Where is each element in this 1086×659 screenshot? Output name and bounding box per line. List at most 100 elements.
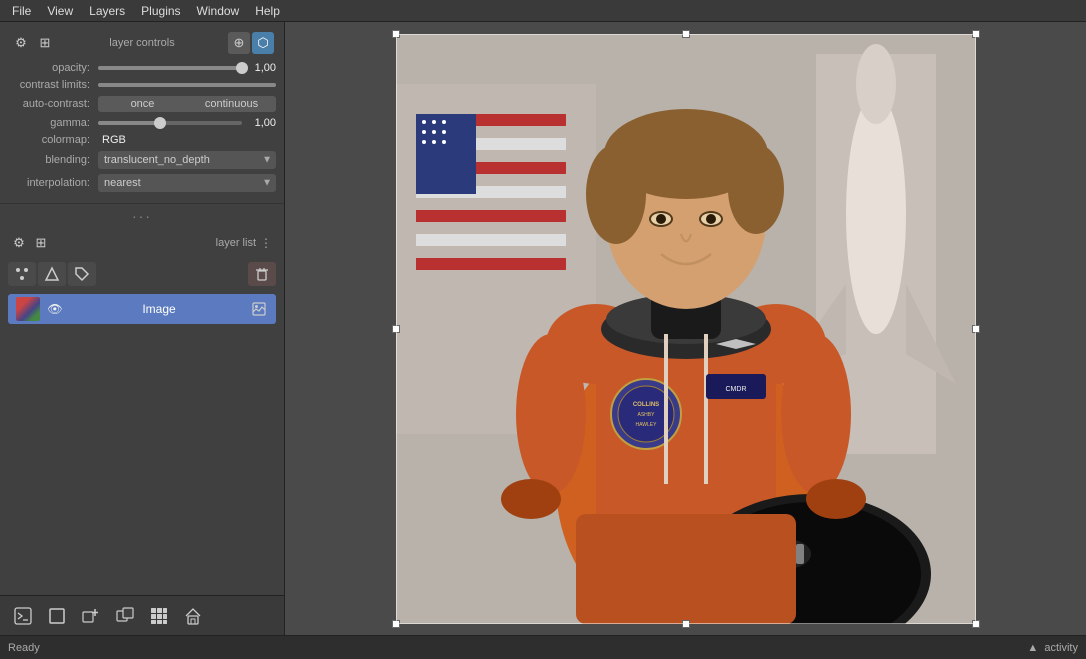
shapes-tool-btn[interactable] [38, 262, 66, 286]
home-icon [184, 607, 202, 625]
ndim-button[interactable]: ⬡ [252, 32, 274, 54]
interpolation-select-wrapper: nearest ▼ [98, 174, 276, 192]
home-btn[interactable] [178, 601, 208, 631]
delete-layer-btn[interactable] [248, 262, 276, 286]
auto-contrast-continuous[interactable]: continuous [187, 96, 276, 112]
labels-tool-btn[interactable] [68, 262, 96, 286]
square-btn[interactable] [42, 601, 72, 631]
menu-view[interactable]: View [39, 2, 81, 20]
main-area: ⚙ ⊞ layer controls ⊕ ⬡ opacity: 1,00 [0, 22, 1086, 635]
left-panel: ⚙ ⊞ layer controls ⊕ ⬡ opacity: 1,00 [0, 22, 285, 635]
layer-list-expand-icon[interactable]: ⊞ [30, 232, 52, 254]
handle-tc[interactable] [682, 30, 690, 38]
layer-item-image[interactable]: 👁 Image [8, 294, 276, 324]
menu-help[interactable]: Help [247, 2, 288, 20]
layer-controls-section: ⚙ ⊞ layer controls ⊕ ⬡ opacity: 1,00 [0, 22, 284, 204]
square-icon [48, 607, 66, 625]
layer-list-title: layer list [52, 237, 256, 249]
layer-type-icon [250, 300, 268, 318]
terminal-icon [14, 607, 32, 625]
menu-bar: File View Layers Plugins Window Help [0, 0, 1086, 22]
dots-icon: ··· [132, 208, 152, 224]
interpolation-row: interpolation: nearest ▼ [8, 174, 276, 192]
blending-label: blending: [8, 154, 98, 166]
interpolation-arrow-icon: ▼ [262, 178, 272, 189]
points-tool-btn[interactable] [8, 262, 36, 286]
menu-window[interactable]: Window [189, 2, 248, 20]
image-type-icon [252, 302, 266, 316]
handle-bl[interactable] [392, 620, 400, 628]
svg-text:ASHBY: ASHBY [637, 412, 655, 418]
layer-controls-topbar: ⚙ ⊞ layer controls ⊕ ⬡ [8, 28, 276, 58]
contrast-slider[interactable] [98, 83, 276, 87]
layer-controls-title: layer controls [56, 37, 228, 49]
opacity-slider[interactable] [98, 66, 242, 70]
handle-mr[interactable] [972, 325, 980, 333]
menu-layers[interactable]: Layers [81, 2, 133, 20]
auto-contrast-once[interactable]: once [98, 96, 187, 112]
blending-row: blending: translucent_no_depth ▼ [8, 151, 276, 169]
layer-thumbnail [16, 297, 40, 321]
handle-tl[interactable] [392, 30, 400, 38]
terminal-btn[interactable] [8, 601, 38, 631]
opacity-row: opacity: 1,00 [8, 62, 276, 74]
svg-text:COLLINS: COLLINS [632, 402, 658, 408]
colormap-label: colormap: [8, 134, 98, 146]
canvas-area[interactable]: COLLINS ASHBY HAWLEY CMDR [285, 22, 1086, 635]
interpolation-label: interpolation: [8, 177, 98, 189]
cube-expand-btn[interactable] [110, 601, 140, 631]
image-container: COLLINS ASHBY HAWLEY CMDR [396, 34, 976, 624]
activity-link[interactable]: ▲ activity [1027, 642, 1078, 654]
layer-list-header: ⚙ ⊞ layer list ⋮ [0, 230, 284, 256]
layer-list-section: ⚙ ⊞ layer list ⋮ [0, 226, 284, 595]
contrast-label: contrast limits: [8, 79, 98, 91]
auto-contrast-buttons: once continuous [98, 96, 276, 112]
expand-icon[interactable]: ⊞ [34, 32, 56, 54]
svg-text:CMDR: CMDR [725, 386, 746, 393]
interpolation-select[interactable]: nearest ▼ [98, 174, 276, 192]
thumbnail-preview [16, 297, 40, 321]
colormap-row: colormap: RGB [8, 134, 276, 146]
blending-select[interactable]: translucent_no_depth ▼ [98, 151, 276, 169]
cube-expand-icon [116, 607, 134, 625]
grid-icon [150, 607, 168, 625]
bottom-toolbar [0, 595, 284, 635]
shapes-icon [44, 266, 60, 282]
astronaut-image: COLLINS ASHBY HAWLEY CMDR [396, 34, 976, 624]
handle-ml[interactable] [392, 325, 400, 333]
layer-visibility-btn[interactable]: 👁 [46, 300, 64, 318]
auto-contrast-row: auto-contrast: once continuous [8, 96, 276, 112]
move-button[interactable]: ⊕ [228, 32, 250, 54]
opacity-value: 1,00 [246, 62, 276, 74]
topbar-icons: ⚙ ⊞ [10, 32, 56, 54]
svg-text:HAWLEY: HAWLEY [635, 422, 657, 428]
gamma-label: gamma: [8, 117, 98, 129]
cube-add-btn[interactable] [76, 601, 106, 631]
status-ready: Ready [8, 642, 40, 654]
grid-btn[interactable] [144, 601, 174, 631]
layer-tools-bar [0, 260, 284, 288]
trash-icon [254, 266, 270, 282]
up-arrow-icon: ▲ [1027, 642, 1038, 654]
cube-add-icon [82, 607, 100, 625]
labels-icon [74, 266, 90, 282]
gamma-value: 1,00 [246, 117, 276, 129]
menu-plugins[interactable]: Plugins [133, 2, 188, 20]
blending-arrow-icon: ▼ [262, 155, 272, 166]
handle-br[interactable] [972, 620, 980, 628]
handle-tr[interactable] [972, 30, 980, 38]
points-icon [14, 266, 30, 282]
blending-value: translucent_no_depth [104, 154, 210, 166]
handle-bc[interactable] [682, 620, 690, 628]
interpolation-value: nearest [104, 177, 141, 189]
contrast-row: contrast limits: [8, 79, 276, 91]
dots-separator: ··· [0, 204, 284, 226]
menu-file[interactable]: File [4, 2, 39, 20]
statusbar: Ready ▲ activity [0, 635, 1086, 659]
settings-icon[interactable]: ⚙ [10, 32, 32, 54]
blending-select-wrapper: translucent_no_depth ▼ [98, 151, 276, 169]
layer-list-options-icon[interactable]: ⋮ [256, 233, 276, 253]
colormap-value: RGB [98, 134, 276, 146]
layer-list-settings-icon[interactable]: ⚙ [8, 232, 30, 254]
gamma-slider[interactable] [98, 121, 242, 125]
